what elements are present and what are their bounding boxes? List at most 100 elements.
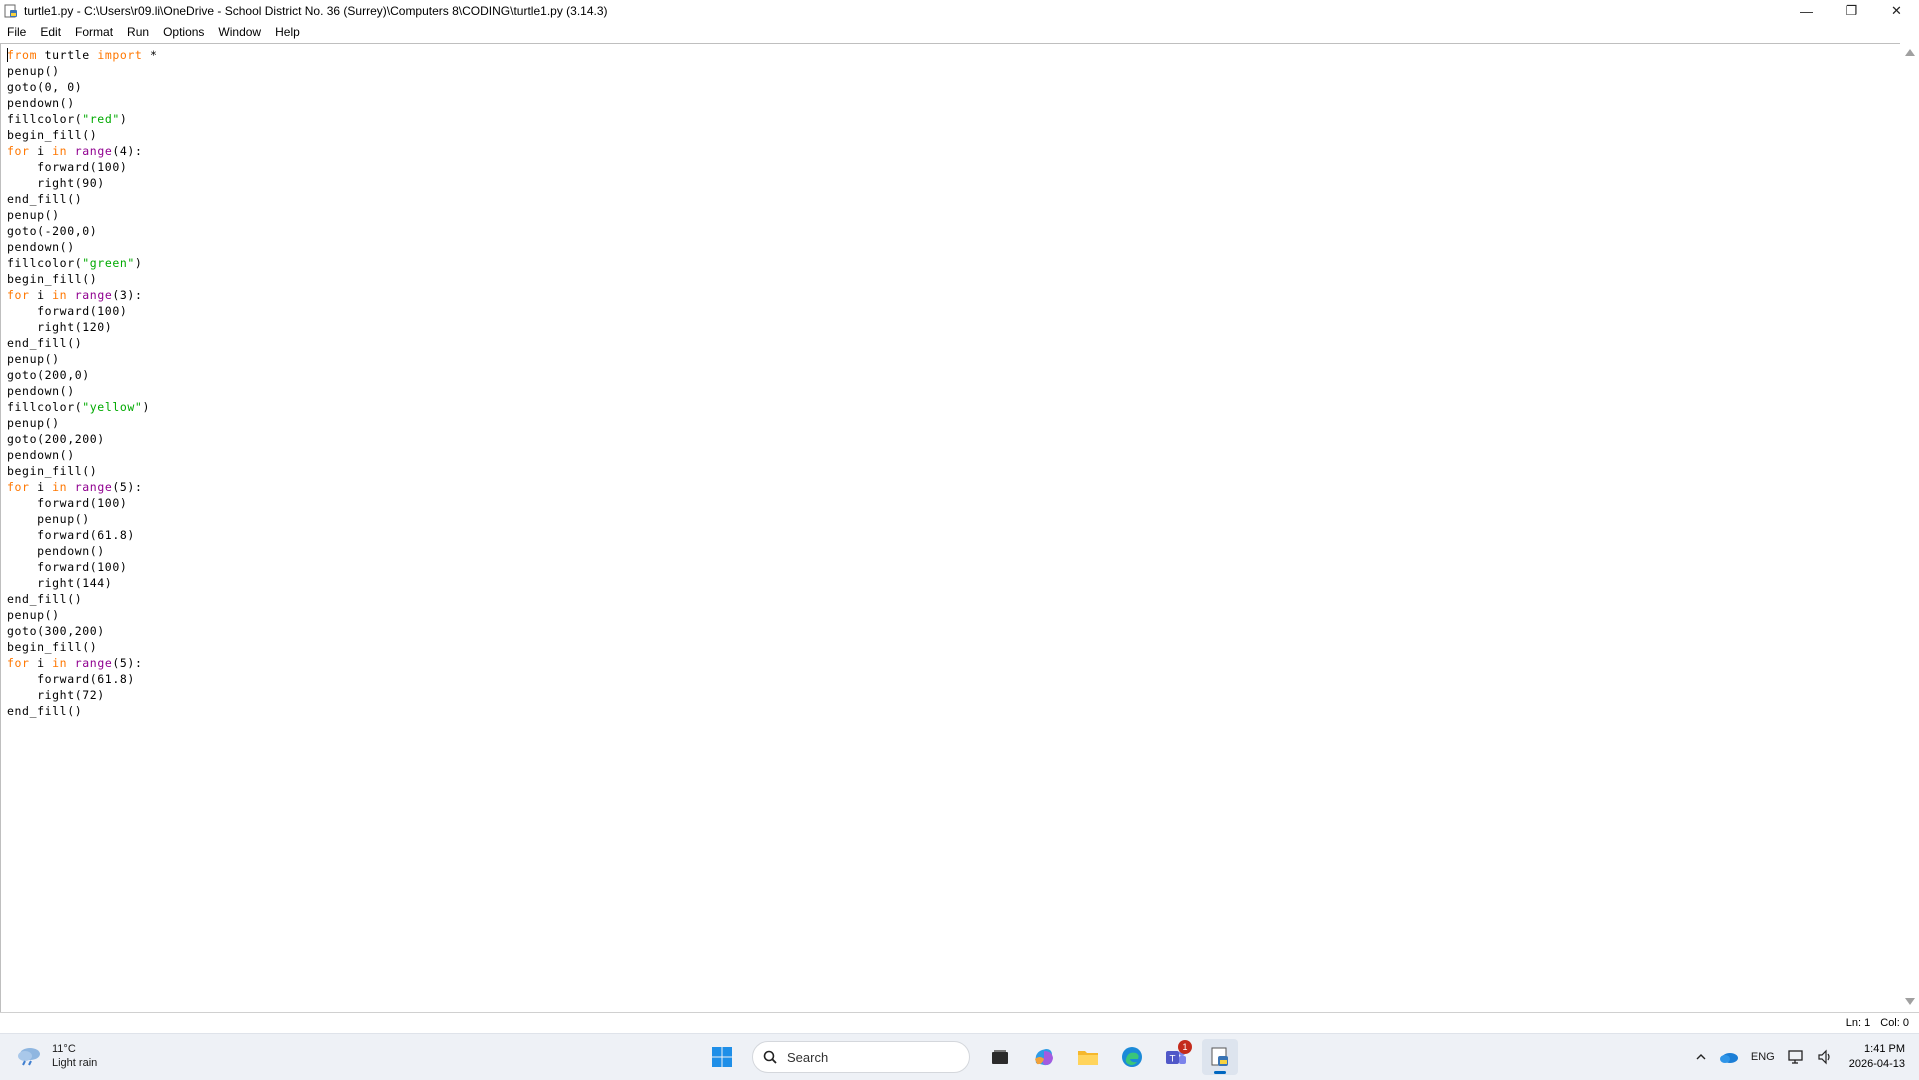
clock-time: 1:41 PM	[1864, 1043, 1905, 1055]
menu-help[interactable]: Help	[268, 22, 307, 43]
scroll-down-icon[interactable]	[1905, 998, 1915, 1005]
code-line[interactable]: right(120)	[7, 319, 158, 335]
status-bar: Ln: 1 Col: 0	[0, 1012, 1919, 1033]
code-token-keyword: in	[52, 656, 68, 670]
code-token-string: "red"	[82, 112, 120, 126]
vertical-scrollbar[interactable]	[1900, 43, 1919, 1011]
menu-window[interactable]: Window	[211, 22, 268, 43]
system-tray: ENG 1:41 PM 2026-04-13	[1683, 1034, 1905, 1080]
code-token-keyword: import	[97, 48, 143, 62]
code-line[interactable]: pendown()	[7, 543, 158, 559]
code-line[interactable]: for i in range(4):	[7, 143, 158, 159]
teams-icon[interactable]: T 1	[1158, 1039, 1194, 1075]
code-token-builtin: range	[74, 656, 113, 670]
language-indicator[interactable]: ENG	[1751, 1051, 1775, 1063]
code-token-plain: goto(200,0)	[7, 368, 90, 382]
code-line[interactable]: forward(61.8)	[7, 671, 158, 687]
code-line[interactable]: end_fill()	[7, 703, 158, 719]
code-token-string: "yellow"	[82, 400, 143, 414]
window-title: turtle1.py - C:\Users\r09.li\OneDrive - …	[24, 4, 608, 18]
code-line[interactable]: penup()	[7, 511, 158, 527]
code-line[interactable]: forward(100)	[7, 159, 158, 175]
code-line[interactable]: penup()	[7, 607, 158, 623]
code-line[interactable]: fillcolor("yellow")	[7, 399, 158, 415]
network-icon[interactable]	[1787, 1049, 1805, 1065]
code-token-plain: penup()	[7, 208, 60, 222]
code-line[interactable]: end_fill()	[7, 335, 158, 351]
code-line[interactable]: for i in range(3):	[7, 287, 158, 303]
menu-bar: File Edit Format Run Options Window Help	[0, 22, 307, 43]
code-line[interactable]: fillcolor("green")	[7, 255, 158, 271]
code-line[interactable]: goto(0, 0)	[7, 79, 158, 95]
file-explorer-icon[interactable]	[1070, 1039, 1106, 1075]
code-line[interactable]: for i in range(5):	[7, 479, 158, 495]
weather-widget[interactable]: 11°C Light rain	[16, 1042, 97, 1070]
code-token-keyword: in	[52, 480, 68, 494]
code-line[interactable]: penup()	[7, 351, 158, 367]
scroll-up-icon[interactable]	[1905, 49, 1915, 56]
code-line[interactable]: end_fill()	[7, 191, 158, 207]
code-text[interactable]: from turtle import * penup() goto(0, 0) pen…	[7, 47, 158, 719]
minimize-button[interactable]: —	[1784, 0, 1829, 22]
code-line[interactable]: goto(200,0)	[7, 367, 158, 383]
menu-edit[interactable]: Edit	[33, 22, 68, 43]
code-line[interactable]: begin_fill()	[7, 463, 158, 479]
code-line[interactable]: pendown()	[7, 447, 158, 463]
code-token-plain: pendown()	[7, 240, 75, 254]
code-line[interactable]: right(72)	[7, 687, 158, 703]
maximize-button[interactable]: ❐	[1829, 0, 1874, 22]
code-line[interactable]: penup()	[7, 207, 158, 223]
edge-icon[interactable]	[1114, 1039, 1150, 1075]
code-token-plain: *	[142, 48, 158, 62]
python-idle-taskbar-icon[interactable]	[1202, 1039, 1238, 1075]
code-line[interactable]: forward(100)	[7, 559, 158, 575]
code-line[interactable]: goto(200,200)	[7, 431, 158, 447]
code-token-plain: goto(0, 0)	[7, 80, 83, 94]
code-token-plain: pendown()	[7, 544, 105, 558]
code-token-plain: (3):	[112, 288, 143, 302]
onedrive-icon[interactable]	[1719, 1050, 1739, 1064]
code-line[interactable]: goto(-200,0)	[7, 223, 158, 239]
code-line[interactable]: begin_fill()	[7, 127, 158, 143]
code-line[interactable]: right(90)	[7, 175, 158, 191]
task-view-icon[interactable]	[982, 1039, 1018, 1075]
code-token-plain: begin_fill()	[7, 464, 98, 478]
code-token-plain: (4):	[112, 144, 143, 158]
menu-run[interactable]: Run	[120, 22, 156, 43]
menu-format[interactable]: Format	[68, 22, 120, 43]
code-line[interactable]: begin_fill()	[7, 271, 158, 287]
clock[interactable]: 1:41 PM 2026-04-13	[1849, 1042, 1905, 1072]
m365-copilot-icon[interactable]	[1026, 1039, 1062, 1075]
code-line[interactable]: penup()	[7, 415, 158, 431]
code-line[interactable]: pendown()	[7, 383, 158, 399]
code-token-plain: (5):	[112, 656, 143, 670]
code-line[interactable]: penup()	[7, 63, 158, 79]
code-token-plain: end_fill()	[7, 192, 83, 206]
menu-options[interactable]: Options	[156, 22, 211, 43]
code-line[interactable]: forward(100)	[7, 495, 158, 511]
code-line[interactable]: pendown()	[7, 239, 158, 255]
taskbar-search-box[interactable]: Search	[752, 1041, 970, 1073]
code-line[interactable]: for i in range(5):	[7, 655, 158, 671]
code-token-plain: right(144)	[7, 576, 113, 590]
code-line[interactable]: fillcolor("red")	[7, 111, 158, 127]
chevron-up-icon[interactable]	[1695, 1051, 1707, 1063]
volume-icon[interactable]	[1817, 1049, 1833, 1065]
code-line[interactable]: goto(300,200)	[7, 623, 158, 639]
windows-start-icon[interactable]	[704, 1039, 740, 1075]
code-line[interactable]: forward(61.8)	[7, 527, 158, 543]
code-line[interactable]: pendown()	[7, 95, 158, 111]
code-editor[interactable]: from turtle import * penup() goto(0, 0) pen…	[0, 43, 1901, 1012]
close-button[interactable]: ✕	[1874, 0, 1919, 22]
code-token-plain: right(72)	[7, 688, 105, 702]
code-token-plain: penup()	[7, 608, 60, 622]
code-token-plain: forward(100)	[7, 560, 128, 574]
menu-file[interactable]: File	[0, 22, 33, 43]
code-line[interactable]: begin_fill()	[7, 639, 158, 655]
code-line[interactable]: from turtle import *	[7, 47, 158, 63]
code-line[interactable]: forward(100)	[7, 303, 158, 319]
code-line[interactable]: right(144)	[7, 575, 158, 591]
code-token-plain: )	[142, 400, 150, 414]
code-line[interactable]: end_fill()	[7, 591, 158, 607]
